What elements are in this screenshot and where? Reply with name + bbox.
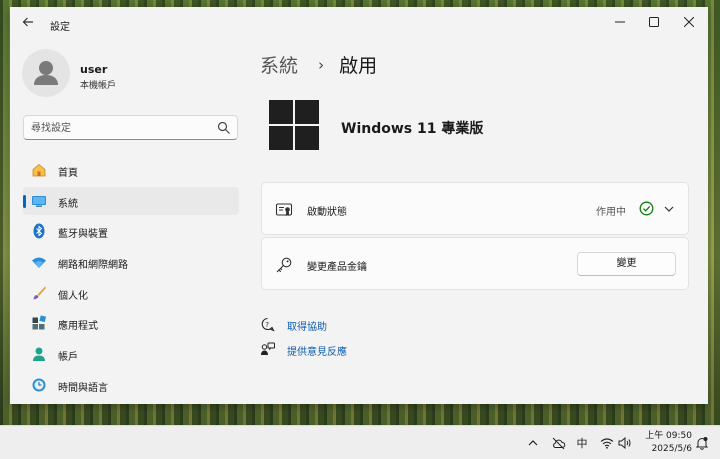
sidebar-nav: 首頁 系統 藍牙與裝置 網路和網際網路 個人化 應用程式 帳戶 時間與語言 bbox=[23, 156, 239, 402]
sidebar-item-label: 帳戶 bbox=[58, 352, 78, 364]
back-arrow-icon bbox=[22, 17, 33, 27]
back-button[interactable] bbox=[20, 15, 36, 31]
breadcrumb-parent[interactable]: 系統 bbox=[260, 55, 298, 77]
wifi-icon bbox=[600, 438, 614, 449]
sidebar-item-label: 個人化 bbox=[58, 290, 88, 302]
chevron-down-icon[interactable] bbox=[663, 203, 675, 215]
sidebar-item-bluetooth[interactable]: 藍牙與裝置 bbox=[23, 217, 239, 245]
taskbar-clock[interactable]: 上午 09:50 2025/5/6 bbox=[630, 430, 692, 456]
sidebar-item-label: 首頁 bbox=[58, 168, 78, 179]
change-product-key-card: 變更產品金鑰 變更 bbox=[261, 237, 689, 290]
settings-window: 設定 user 本機帳戶 尋找設定 首頁 系統 藍牙與裝置 網路和網際網路 個人… bbox=[10, 7, 708, 404]
svg-text:?: ? bbox=[265, 321, 269, 329]
time-language-icon bbox=[32, 378, 46, 392]
activation-status-text: 作用中 bbox=[596, 207, 626, 218]
activation-state-label: 啟動狀態 bbox=[307, 207, 347, 218]
sidebar-item-accounts[interactable]: 帳戶 bbox=[23, 340, 239, 368]
notifications-button[interactable] bbox=[694, 435, 710, 451]
cloud-off-icon bbox=[552, 437, 565, 449]
get-help-text: 取得協助 bbox=[287, 322, 327, 333]
show-hidden-icons-button[interactable] bbox=[525, 435, 541, 451]
title-bar: 設定 bbox=[10, 7, 708, 39]
apps-icon bbox=[32, 315, 47, 330]
maximize-icon bbox=[649, 17, 659, 27]
sidebar-item-apps[interactable]: 應用程式 bbox=[23, 309, 239, 337]
minimize-button[interactable] bbox=[606, 11, 634, 33]
sidebar-item-network[interactable]: 網路和網際網路 bbox=[23, 248, 239, 276]
notification-bell-icon bbox=[695, 437, 709, 450]
help-chat-icon: ? bbox=[261, 317, 275, 332]
brush-icon bbox=[33, 286, 46, 300]
search-box bbox=[23, 115, 238, 140]
sidebar-item-label: 應用程式 bbox=[58, 321, 98, 333]
avatar bbox=[22, 49, 70, 97]
bluetooth-icon bbox=[33, 223, 45, 239]
page-title: 啟用 bbox=[339, 55, 378, 77]
cloud-off-button[interactable] bbox=[550, 435, 566, 451]
change-product-key-label: 變更產品金鑰 bbox=[307, 262, 367, 273]
chevron-up-icon bbox=[528, 440, 538, 446]
clock-date: 2025/5/6 bbox=[651, 444, 692, 454]
change-key-button[interactable]: 變更 bbox=[577, 252, 676, 276]
give-feedback-text: 提供意見反應 bbox=[287, 347, 347, 358]
account-icon bbox=[33, 347, 45, 362]
ime-indicator[interactable]: 中 bbox=[574, 435, 590, 451]
close-icon bbox=[684, 17, 694, 27]
user-profile[interactable]: user 本機帳戶 bbox=[22, 49, 242, 101]
clock-time: 上午 09:50 bbox=[645, 431, 692, 441]
sidebar-item-label: 藍牙與裝置 bbox=[58, 229, 108, 241]
app-title: 設定 bbox=[50, 22, 70, 33]
account-type: 本機帳戶 bbox=[80, 81, 117, 91]
sidebar-item-home[interactable]: 首頁 bbox=[23, 156, 239, 184]
windows-logo-icon bbox=[269, 100, 319, 150]
feedback-icon bbox=[261, 342, 275, 355]
breadcrumb: 系統 › 啟用 bbox=[260, 51, 377, 79]
close-button[interactable] bbox=[675, 11, 703, 33]
key-icon bbox=[276, 257, 292, 273]
search-icon[interactable] bbox=[217, 121, 231, 135]
maximize-button[interactable] bbox=[640, 11, 668, 33]
wifi-button[interactable] bbox=[599, 435, 615, 451]
taskbar: 中 上午 09:50 2025/5/6 bbox=[0, 425, 720, 459]
network-icon bbox=[32, 257, 46, 269]
person-icon bbox=[34, 61, 58, 85]
certificate-icon bbox=[275, 203, 293, 216]
sidebar-item-label: 網路和網際網路 bbox=[58, 260, 128, 272]
search-input[interactable] bbox=[31, 120, 211, 136]
minimize-icon bbox=[615, 21, 625, 23]
system-icon bbox=[32, 195, 46, 207]
user-name: user bbox=[80, 63, 108, 76]
sidebar-item-label: 時間與語言 bbox=[58, 382, 108, 394]
product-edition: Windows 11 專業版 bbox=[341, 121, 484, 137]
sidebar-item-time-language[interactable]: 時間與語言 bbox=[23, 371, 239, 399]
home-icon bbox=[32, 163, 46, 177]
checkmark-circle-icon bbox=[639, 201, 654, 216]
sidebar-item-system[interactable]: 系統 bbox=[23, 186, 239, 215]
activation-state-card[interactable]: 啟動狀態 作用中 bbox=[261, 182, 689, 235]
sidebar-item-label: 系統 bbox=[58, 198, 78, 210]
sidebar-item-personalization[interactable]: 個人化 bbox=[23, 279, 239, 307]
breadcrumb-chevron-icon: › bbox=[318, 56, 325, 74]
